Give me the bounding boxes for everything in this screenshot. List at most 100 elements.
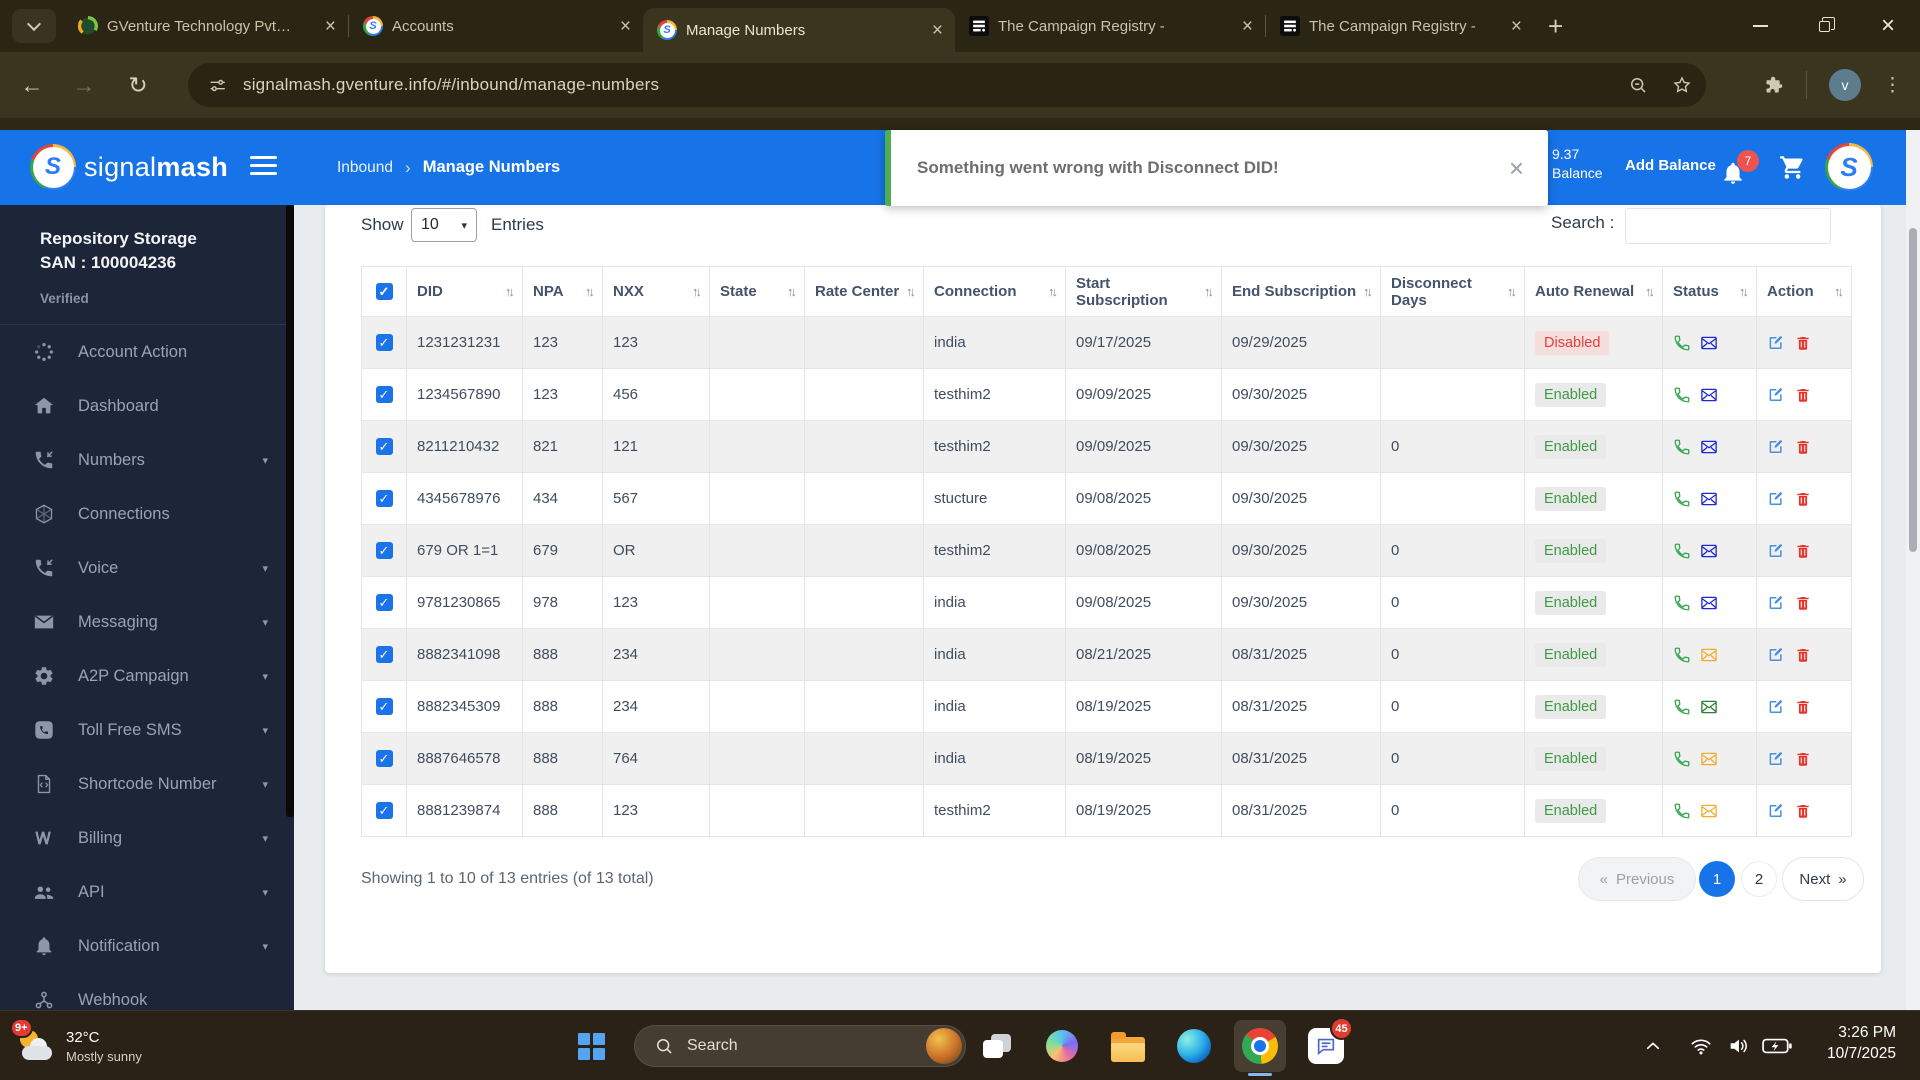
delete-icon[interactable] (1794, 750, 1812, 768)
task-view-icon[interactable] (979, 1028, 1015, 1064)
sort-icon[interactable]: ↑↓ (1048, 284, 1058, 299)
row-checkbox[interactable]: ✓ (375, 438, 393, 456)
phone-icon[interactable] (1673, 334, 1691, 352)
sidebar-item-account-action[interactable]: Account Action (0, 325, 294, 379)
volume-icon[interactable] (1725, 1035, 1751, 1057)
profile-avatar[interactable]: v (1829, 69, 1861, 101)
search-input[interactable] (1625, 208, 1831, 244)
hamburger-menu-icon[interactable] (250, 156, 277, 180)
bookmark-star-icon[interactable] (1672, 75, 1692, 95)
column-header[interactable]: NPA ↑↓ (522, 266, 603, 317)
sort-icon[interactable]: ↑↓ (1363, 284, 1373, 299)
toast-close-icon[interactable]: × (1509, 155, 1524, 181)
delete-icon[interactable] (1794, 334, 1812, 352)
sort-icon[interactable]: ↑↓ (1834, 284, 1844, 299)
column-header[interactable]: NXX ↑↓ (602, 266, 710, 317)
sort-icon[interactable]: ↑↓ (505, 284, 515, 299)
envelope-icon[interactable] (1700, 646, 1718, 664)
phone-icon[interactable] (1673, 542, 1691, 560)
reload-button[interactable]: ↻ (118, 52, 158, 118)
edit-icon[interactable] (1767, 802, 1785, 820)
edit-icon[interactable] (1767, 542, 1785, 560)
phone-icon[interactable] (1673, 386, 1691, 404)
sidebar-item-shortcode-number[interactable]: Shortcode Number ▾ (0, 757, 294, 811)
row-checkbox[interactable]: ✓ (375, 646, 393, 664)
envelope-icon[interactable] (1700, 698, 1718, 716)
breadcrumb-inbound[interactable]: Inbound (337, 159, 393, 177)
sidebar-item-voice[interactable]: Voice ▾ (0, 541, 294, 595)
window-minimize-button[interactable] (1728, 0, 1792, 52)
sort-icon[interactable]: ↑↓ (585, 284, 595, 299)
sidebar-item-connections[interactable]: Connections (0, 487, 294, 541)
browser-tab[interactable]: S Accounts × (349, 0, 643, 52)
zoom-out-icon[interactable] (1628, 75, 1648, 95)
delete-icon[interactable] (1794, 698, 1812, 716)
browser-tab[interactable]: The Campaign Registry - × (1266, 0, 1534, 52)
tab-close-icon[interactable]: × (928, 20, 947, 41)
next-page-button[interactable]: Next » (1782, 857, 1864, 901)
tab-close-icon[interactable]: × (616, 16, 635, 37)
entries-per-page-select[interactable]: 10 ▾ (411, 208, 477, 242)
edit-icon[interactable] (1767, 698, 1785, 716)
envelope-icon[interactable] (1700, 542, 1718, 560)
row-checkbox[interactable]: ✓ (375, 490, 393, 508)
sort-icon[interactable]: ↑↓ (787, 284, 797, 299)
sidebar-item-messaging[interactable]: Messaging ▾ (0, 595, 294, 649)
row-checkbox[interactable]: ✓ (375, 750, 393, 768)
delete-icon[interactable] (1794, 802, 1812, 820)
signalmash-logo-icon[interactable]: S (30, 144, 76, 190)
column-header[interactable]: Disconnect Days ↑↓ (1380, 266, 1525, 317)
window-restore-button[interactable] (1792, 0, 1856, 52)
chrome-icon[interactable] (1242, 1028, 1278, 1064)
account-logo-icon[interactable]: S (1825, 143, 1873, 191)
column-header[interactable]: End Subscription ↑↓ (1221, 266, 1381, 317)
phone-icon[interactable] (1673, 802, 1691, 820)
row-checkbox[interactable]: ✓ (375, 386, 393, 404)
sidebar-item-billing[interactable]: Billing ▾ (0, 811, 294, 865)
browser-tab[interactable]: GVenture Technology Pvt… × (64, 0, 348, 52)
column-header[interactable]: State ↑↓ (709, 266, 805, 317)
envelope-icon[interactable] (1700, 490, 1718, 508)
tab-search-button[interactable] (12, 9, 56, 43)
delete-icon[interactable] (1794, 438, 1812, 456)
cart-icon[interactable] (1779, 154, 1806, 181)
edge-icon[interactable] (1176, 1028, 1212, 1064)
envelope-icon[interactable] (1700, 438, 1718, 456)
delete-icon[interactable] (1794, 542, 1812, 560)
phone-icon[interactable] (1673, 646, 1691, 664)
column-header[interactable]: Auto Renewal ↑↓ (1524, 266, 1663, 317)
phone-icon[interactable] (1673, 438, 1691, 456)
column-header[interactable]: Action ↑↓ (1756, 266, 1852, 317)
row-checkbox[interactable]: ✓ (375, 542, 393, 560)
delete-icon[interactable] (1794, 490, 1812, 508)
phone-icon[interactable] (1673, 750, 1691, 768)
page-scrollbar-thumb[interactable] (1909, 228, 1917, 552)
forward-button[interactable]: → (64, 52, 104, 118)
delete-icon[interactable] (1794, 646, 1812, 664)
page-button-2[interactable]: 2 (1741, 861, 1777, 897)
column-header[interactable]: Rate Center ↑↓ (804, 266, 924, 317)
sort-icon[interactable]: ↑↓ (1507, 284, 1517, 299)
page-button-1[interactable]: 1 (1699, 861, 1735, 897)
row-checkbox[interactable]: ✓ (375, 594, 393, 612)
delete-icon[interactable] (1794, 386, 1812, 404)
edit-icon[interactable] (1767, 334, 1785, 352)
sidebar-item-a2p-campaign[interactable]: A2P Campaign ▾ (0, 649, 294, 703)
battery-icon[interactable] (1762, 1035, 1792, 1057)
row-checkbox[interactable]: ✓ (375, 334, 393, 352)
select-all-checkbox[interactable]: ✓ (375, 283, 393, 301)
sidebar-item-dashboard[interactable]: Dashboard (0, 379, 294, 433)
envelope-icon[interactable] (1700, 802, 1718, 820)
edit-icon[interactable] (1767, 490, 1785, 508)
sort-icon[interactable]: ↑↓ (1645, 284, 1655, 299)
sort-icon[interactable]: ↑↓ (906, 284, 916, 299)
column-header[interactable]: Status ↑↓ (1662, 266, 1757, 317)
row-checkbox[interactable]: ✓ (375, 802, 393, 820)
previous-page-button[interactable]: « Previous (1578, 857, 1696, 901)
sidebar-item-api[interactable]: API ▾ (0, 865, 294, 919)
taskbar-search[interactable]: Search (634, 1025, 966, 1067)
extensions-icon[interactable] (1763, 75, 1784, 96)
file-explorer-icon[interactable] (1110, 1028, 1146, 1064)
phone-icon[interactable] (1673, 490, 1691, 508)
tab-close-icon[interactable]: × (1238, 16, 1257, 37)
